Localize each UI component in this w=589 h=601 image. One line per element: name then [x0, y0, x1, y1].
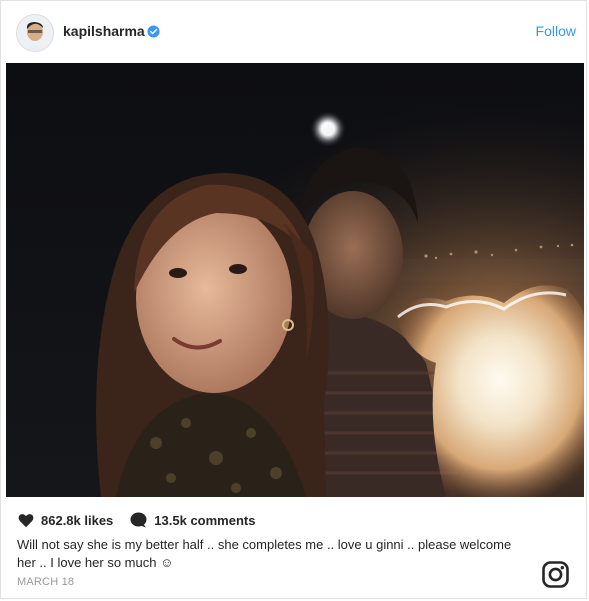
verified-badge-icon — [147, 25, 160, 38]
comments-count[interactable]: 13.5k comments — [154, 513, 255, 528]
heart-icon[interactable] — [18, 513, 34, 528]
post-card: kapilsharma Follow 862.8k likes 13.5k co… — [0, 0, 587, 599]
instagram-logo-icon[interactable] — [542, 561, 569, 588]
username-link[interactable]: kapilsharma — [63, 23, 145, 39]
profile-avatar[interactable] — [16, 14, 54, 52]
post-date[interactable]: MARCH 18 — [17, 576, 74, 588]
follow-button[interactable]: Follow — [536, 23, 576, 39]
likes-count[interactable]: 862.8k likes — [41, 513, 113, 528]
post-header: kapilsharma Follow — [1, 1, 588, 61]
engagement-bar: 862.8k likes 13.5k comments — [18, 510, 255, 530]
post-caption: Will not say she is my better half .. sh… — [17, 537, 512, 570]
post-photo[interactable] — [6, 63, 584, 497]
comment-bubble-icon[interactable] — [130, 512, 147, 528]
